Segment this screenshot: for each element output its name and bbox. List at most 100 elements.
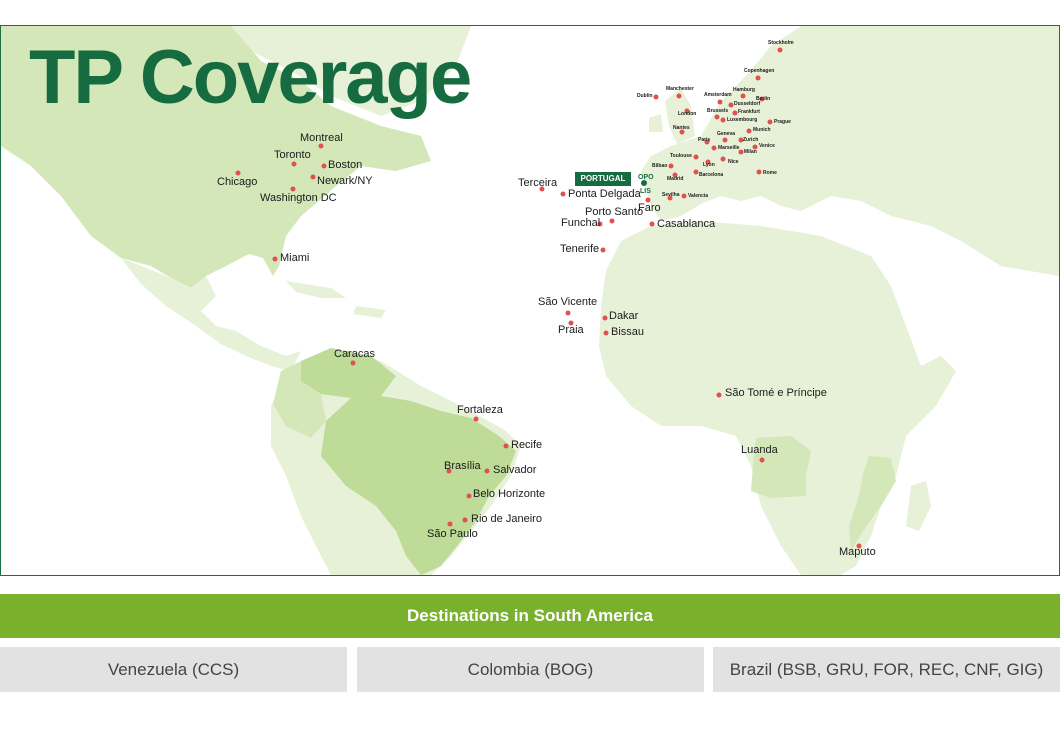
city-marker-tenerife <box>600 247 606 253</box>
city-label-nice: Nice <box>728 159 739 165</box>
city-label-nantes: Nantes <box>673 125 690 131</box>
city-label-dublin: Dublin <box>637 93 653 99</box>
city-label-dakar: Dakar <box>609 310 639 322</box>
city-marker-caracas <box>350 360 356 366</box>
city-label-frankfurt: Frankfurt <box>738 109 760 115</box>
city-label-madrid: Madrid <box>667 176 684 182</box>
city-marker-recife <box>503 443 509 449</box>
city-label-stockholm: Stockholm <box>768 40 794 46</box>
city-marker-chicago <box>235 170 241 176</box>
city-label-montreal: Montreal <box>300 132 343 144</box>
city-marker-bissau <box>603 330 609 336</box>
city-label-boston: Boston <box>328 159 363 171</box>
city-label-rome: Rome <box>763 170 777 176</box>
city-marker-rio-de-janeiro <box>462 517 468 523</box>
city-label-luanda: Luanda <box>741 444 778 456</box>
city-label-toulouse: Toulouse <box>670 153 692 159</box>
city-label-funchal: Funchal <box>561 217 601 229</box>
city-label-toronto: Toronto <box>274 149 311 161</box>
city-label-marseille: Marseille <box>718 145 740 151</box>
city-label-valencia: Valencia <box>688 193 709 199</box>
city-marker-nice <box>720 156 726 162</box>
city-marker-belo-horizonte <box>466 493 472 499</box>
city-label-dusseldorf: Dusseldorf <box>734 101 761 107</box>
city-marker-sao-paulo <box>447 521 453 527</box>
city-marker-rome <box>756 169 762 175</box>
city-marker-toulouse <box>693 154 699 160</box>
city-label-maputo: Maputo <box>839 546 876 558</box>
city-label-hamburg: Hamburg <box>733 87 755 93</box>
city-marker-luxembourg <box>720 117 726 123</box>
city-label-rio-de-janeiro: Rio de Janeiro <box>471 513 542 525</box>
city-marker-barcelona <box>693 169 699 175</box>
coverage-map: TP Coverage Montreal Toronto Boston Chicago… <box>0 25 1060 576</box>
city-label-faro: Faro <box>638 202 661 214</box>
city-label-sao-tome-e-principe: São Tomé e Príncipe <box>725 387 827 399</box>
city-label-brasilia: Brasília <box>444 460 481 472</box>
city-label-recife: Recife <box>511 439 543 451</box>
destination-colombia: Colombia (BOG) <box>357 647 704 692</box>
city-marker-salvador <box>484 468 490 474</box>
city-marker-newark-ny <box>310 174 316 180</box>
city-marker-luanda <box>759 457 765 463</box>
city-label-newark-ny: Newark/NY <box>317 175 373 187</box>
hub-code-opo: OPO <box>638 174 654 181</box>
city-label-lyon: Lyon <box>703 162 715 168</box>
city-label-barcelona: Barcelona <box>699 172 724 178</box>
city-marker-casablanca <box>649 221 655 227</box>
city-label-tenerife: Tenerife <box>560 243 600 255</box>
portugal-hub-tag: PORTUGAL <box>575 172 631 186</box>
city-marker-sao-vicente <box>565 310 571 316</box>
city-label-manchester: Manchester <box>666 86 694 92</box>
city-label-terceira: Terceira <box>518 177 558 189</box>
caribbean-islands <box>286 281 386 318</box>
city-marker-munich <box>746 128 752 134</box>
city-label-casablanca: Casablanca <box>657 218 716 230</box>
city-marker-brussels <box>714 114 720 120</box>
city-label-bilbao: Bilbao <box>652 163 668 169</box>
city-label-zurich: Zurich <box>743 137 759 143</box>
city-marker-bilbao <box>668 163 674 169</box>
city-marker-stockholm <box>777 47 783 53</box>
city-label-chicago: Chicago <box>217 176 258 188</box>
city-marker-manchester <box>676 93 682 99</box>
city-label-paris: Paris <box>698 137 711 143</box>
city-label-praia: Praia <box>558 324 584 336</box>
city-marker-ponta-delgada <box>560 191 566 197</box>
city-marker-fortaleza <box>473 416 479 422</box>
city-marker-prague <box>767 119 773 125</box>
city-label-venice: Venice <box>759 143 775 149</box>
city-marker-dublin <box>653 94 659 100</box>
city-marker-porto-santo <box>609 218 615 224</box>
city-label-milan: Milan <box>744 149 757 155</box>
city-marker-frankfurt <box>732 110 738 116</box>
map-title: TP Coverage <box>29 35 472 120</box>
city-label-caracas: Caracas <box>334 348 375 360</box>
madagascar-island <box>906 481 931 531</box>
city-label-belo-horizonte: Belo Horizonte <box>473 488 546 500</box>
city-label-sao-vicente: São Vicente <box>538 296 598 308</box>
city-label-salvador: Salvador <box>493 464 537 476</box>
hub-code-lis: LIS <box>640 188 651 195</box>
city-label-brussels: Brussels <box>707 108 729 114</box>
city-label-ponta-delgada: Ponta Delgada <box>568 188 641 200</box>
destinations-heading: Destinations in South America <box>0 594 1060 638</box>
city-marker-amsterdam <box>717 99 723 105</box>
city-marker-copenhagen <box>755 75 761 81</box>
city-label-miami: Miami <box>280 252 310 264</box>
central-america-landmass <box>121 258 301 371</box>
city-marker-milan <box>738 149 744 155</box>
city-marker-valencia <box>681 193 687 199</box>
destination-venezuela: Venezuela (CCS) <box>0 647 347 692</box>
destination-brazil: Brazil (BSB, GRU, FOR, REC, CNF, GIG) <box>713 647 1060 692</box>
city-marker-miami <box>272 256 278 262</box>
city-marker-dakar <box>602 315 608 321</box>
city-marker-montreal <box>318 143 324 149</box>
city-marker-sao-tome-e-principe <box>716 392 722 398</box>
city-label-amsterdam: Amsterdam <box>704 92 732 98</box>
city-label-fortaleza: Fortaleza <box>457 404 503 416</box>
city-marker-geneva <box>722 137 728 143</box>
city-label-luxembourg: Luxembourg <box>727 117 758 123</box>
city-label-sevilha: Sevilha <box>662 192 680 198</box>
city-label-washington-dc: Washington DC <box>260 192 337 204</box>
